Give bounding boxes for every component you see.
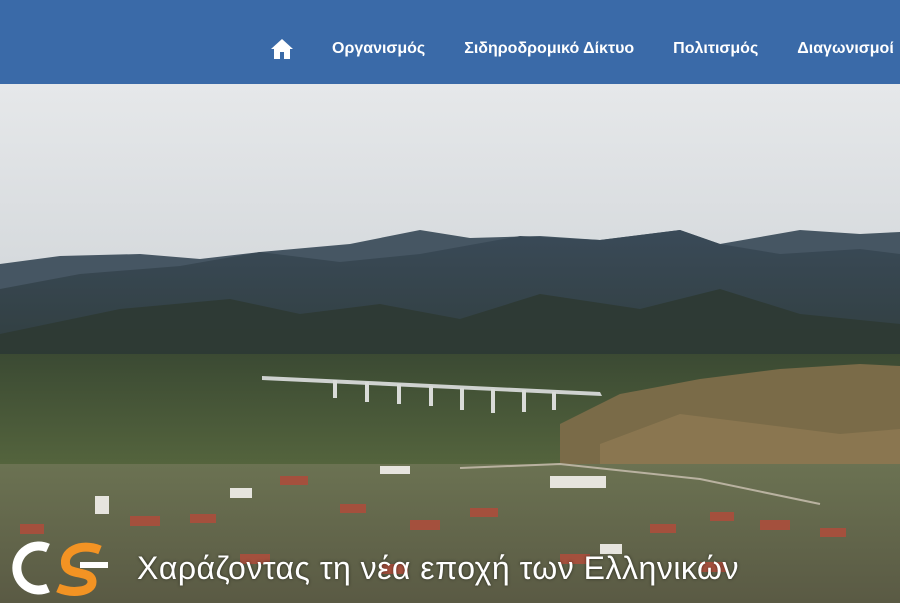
home-icon[interactable]	[270, 38, 294, 60]
nav-menu: Οργανισμός Σιδηροδρομικό Δίκτυο Πολιτισμ…	[270, 38, 900, 60]
hero-tagline: Χαράζοντας τη νέα εποχή των Ελληνικών	[137, 550, 740, 586]
nav-item-culture[interactable]: Πολιτισμός	[673, 40, 758, 58]
ose-logo	[12, 541, 108, 596]
hero-banner	[0, 84, 900, 603]
nav-item-tenders[interactable]: Διαγωνισμοί	[797, 40, 894, 58]
hero-landscape-image	[0, 84, 900, 603]
nav-item-railway-network[interactable]: Σιδηροδρομικό Δίκτυο	[464, 40, 634, 58]
nav-item-organismos[interactable]: Οργανισμός	[332, 40, 425, 58]
top-navbar: Οργανισμός Σιδηροδρομικό Δίκτυο Πολιτισμ…	[0, 0, 900, 84]
